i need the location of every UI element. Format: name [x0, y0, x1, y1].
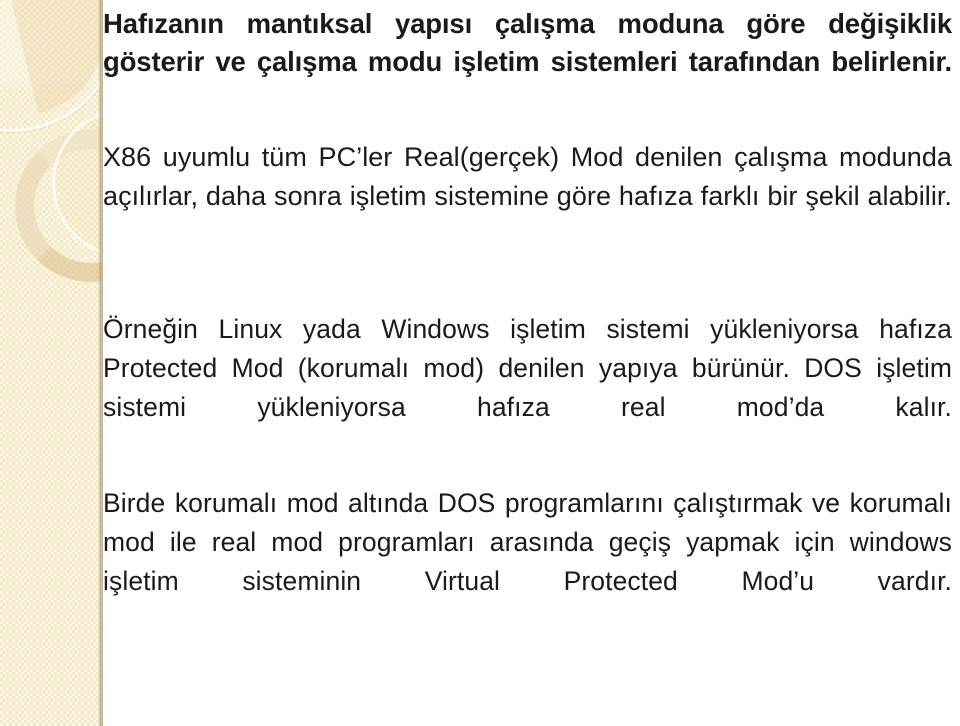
slide-paragraph-3: Örneğin Linux yada Windows işletim siste…	[103, 314, 952, 422]
decorative-ring-large-icon	[0, 0, 101, 132]
slide-paragraph-4: Birde korumalı mod altında DOS programla…	[103, 488, 952, 596]
presentation-slide: Hafızanın mantıksal yapısı çalışma modun…	[0, 0, 960, 726]
slide-paragraph-2: X86 uyumlu tüm PC’ler Real(gerçek) Mod d…	[103, 142, 952, 211]
slide-content-area: Hafızanın mantıksal yapısı çalışma modun…	[103, 0, 960, 726]
slide-paragraph-1: Hafızanın mantıksal yapısı çalışma modun…	[103, 8, 952, 77]
decorative-side-band	[0, 0, 101, 726]
